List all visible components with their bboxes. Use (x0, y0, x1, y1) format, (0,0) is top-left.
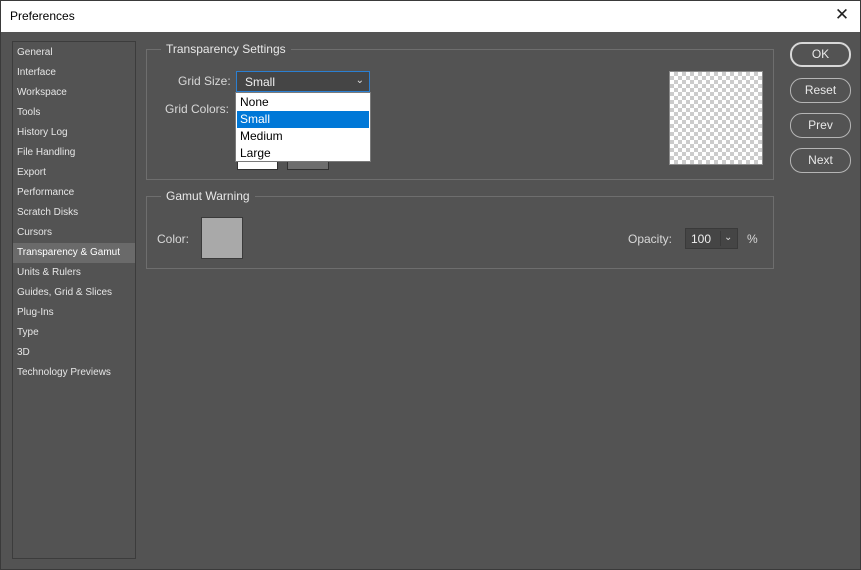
reset-button[interactable]: Reset (790, 78, 851, 103)
transparency-settings-legend: Transparency Settings (161, 42, 291, 56)
sidebar-item-guides-grid-slices[interactable]: Guides, Grid & Slices (13, 283, 135, 303)
chevron-down-icon: ⌄ (355, 75, 364, 86)
title-bar: Preferences ✕ (1, 1, 860, 32)
grid-size-dropdown-list: None Small Medium Large (235, 92, 371, 162)
grid-size-option-none[interactable]: None (237, 94, 369, 111)
sidebar-item-3d[interactable]: 3D (13, 343, 135, 363)
sidebar-item-export[interactable]: Export (13, 163, 135, 183)
opacity-label: Opacity: (628, 232, 673, 246)
sidebar-item-general[interactable]: General (13, 43, 135, 63)
grid-size-label: Grid Size: (178, 74, 231, 88)
sidebar-item-plug-ins[interactable]: Plug-Ins (13, 303, 135, 323)
opacity-select[interactable]: 100 ⌄ (685, 228, 738, 249)
sidebar-item-tools[interactable]: Tools (13, 103, 135, 123)
close-icon[interactable]: ✕ (832, 5, 852, 25)
grid-size-select[interactable]: Small ⌄ (236, 71, 370, 92)
gamut-color-swatch[interactable] (201, 217, 243, 259)
opacity-divider (720, 231, 721, 246)
grid-size-option-small[interactable]: Small (237, 111, 369, 128)
preferences-dialog: Preferences ✕ General Interface Workspac… (0, 0, 861, 570)
opacity-unit: % (747, 232, 758, 246)
window-title: Preferences (10, 9, 75, 23)
gamut-color-label: Color: (157, 232, 190, 246)
next-button[interactable]: Next (790, 148, 851, 173)
sidebar-item-workspace[interactable]: Workspace (13, 83, 135, 103)
sidebar-item-technology-previews[interactable]: Technology Previews (13, 363, 135, 383)
ok-button[interactable]: OK (790, 42, 851, 67)
chevron-down-icon[interactable]: ⌄ (724, 232, 732, 243)
sidebar-item-type[interactable]: Type (13, 323, 135, 343)
prev-button[interactable]: Prev (790, 113, 851, 138)
grid-colors-label: Grid Colors: (165, 102, 230, 116)
grid-size-option-large[interactable]: Large (237, 145, 369, 162)
sidebar-item-performance[interactable]: Performance (13, 183, 135, 203)
sidebar-item-scratch-disks[interactable]: Scratch Disks (13, 203, 135, 223)
sidebar-item-cursors[interactable]: Cursors (13, 223, 135, 243)
sidebar-item-interface[interactable]: Interface (13, 63, 135, 83)
grid-size-value: Small (245, 75, 276, 89)
transparency-preview (669, 71, 763, 165)
sidebar-item-history-log[interactable]: History Log (13, 123, 135, 143)
preferences-sidebar: General Interface Workspace Tools Histor… (12, 41, 136, 559)
grid-size-option-medium[interactable]: Medium (237, 128, 369, 145)
opacity-value[interactable]: 100 (691, 232, 711, 246)
sidebar-item-units-rulers[interactable]: Units & Rulers (13, 263, 135, 283)
gamut-warning-legend: Gamut Warning (161, 189, 255, 203)
sidebar-item-file-handling[interactable]: File Handling (13, 143, 135, 163)
sidebar-item-transparency-gamut[interactable]: Transparency & Gamut (13, 243, 135, 263)
